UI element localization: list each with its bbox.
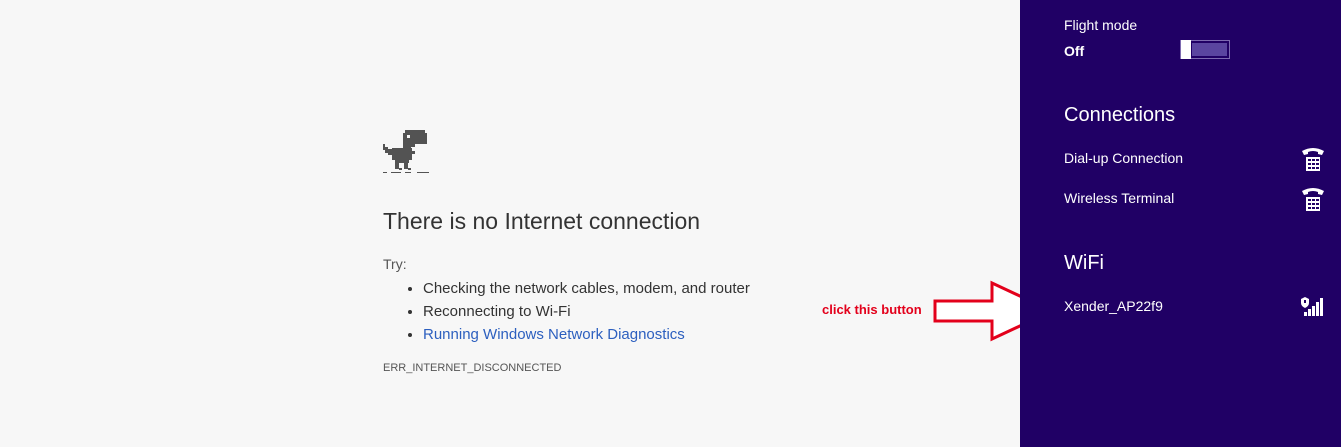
wifi-heading: WiFi (1064, 252, 1104, 274)
run-diagnostics-link[interactable]: Running Windows Network Diagnostics (423, 323, 750, 346)
suggestion-list: Checking the network cables, modem, and … (383, 277, 750, 346)
flight-mode-toggle[interactable] (1180, 40, 1230, 59)
error-title: There is no Internet connection (383, 208, 701, 234)
telephone-icon (1302, 188, 1324, 211)
connection-label: Dial-up Connection (1064, 150, 1184, 166)
flight-mode-state: Off (1064, 43, 1085, 59)
connection-item-wireless-terminal[interactable]: Wireless Terminal (1064, 186, 1326, 212)
suggestion-item: Checking the network cables, modem, and … (423, 277, 750, 300)
connection-label: Wireless Terminal (1064, 190, 1175, 206)
connections-heading: Connections (1064, 104, 1176, 126)
dino-icon (383, 130, 429, 173)
try-label: Try: (383, 256, 407, 272)
annotation-text: click this button (822, 302, 922, 317)
network-panel: Flight mode Off Connections Dial-up Conn… (1020, 0, 1341, 447)
wifi-network-label: Xender_AP22f9 (1064, 298, 1163, 314)
wifi-item-xender[interactable]: Xender_AP22f9 (1064, 294, 1326, 320)
toggle-knob (1181, 40, 1191, 59)
flight-mode-label: Flight mode (1064, 17, 1138, 33)
connection-item-dial-up[interactable]: Dial-up Connection (1064, 146, 1326, 172)
telephone-icon (1302, 148, 1324, 171)
toggle-track (1192, 43, 1227, 56)
offline-error-page: There is no Internet connection Try: Che… (0, 0, 1020, 447)
suggestion-item: Reconnecting to Wi-Fi (423, 300, 750, 323)
error-code: ERR_INTERNET_DISCONNECTED (383, 362, 562, 374)
wifi-signal-secured-icon (1301, 297, 1323, 316)
